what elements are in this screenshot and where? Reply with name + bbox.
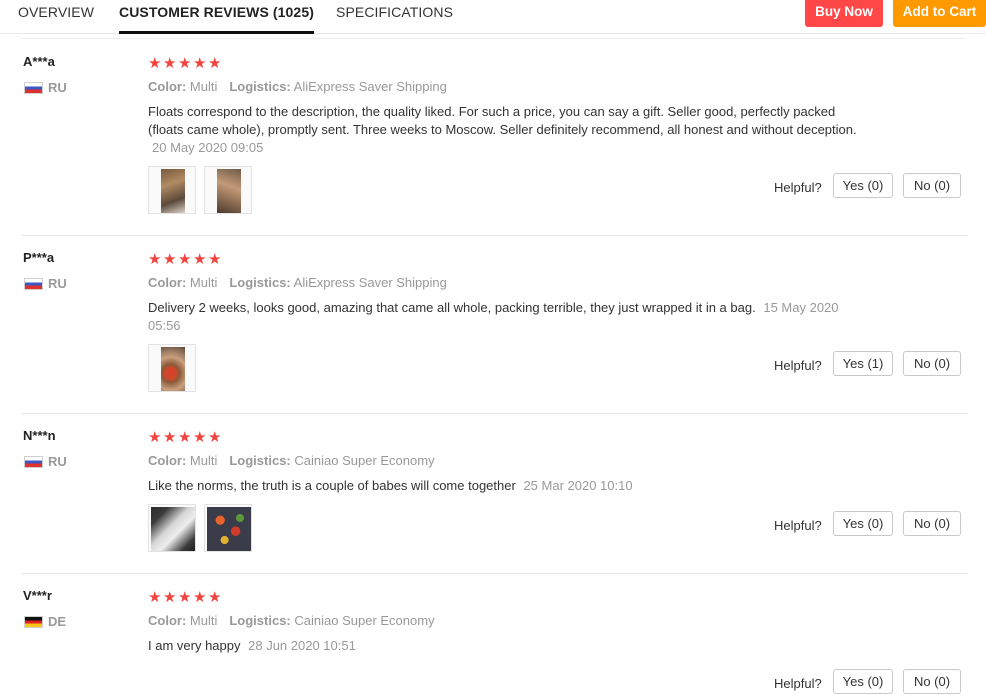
reviewer-country: RU [48,276,67,291]
helpful-no-button[interactable]: No (0) [903,669,961,694]
color-label: Color: [148,79,187,94]
tab-customer-reviews[interactable]: CUSTOMER REVIEWS (1025) [119,0,314,34]
logistics-label: Logistics: [229,453,291,468]
star-rating: ★ ★ ★ ★ ★ [148,428,222,446]
review-attributes: Color: Multi Logistics: AliExpress Saver … [148,275,447,290]
helpful-yes-button[interactable]: Yes (1) [833,351,893,376]
reviewer-country: DE [48,614,67,629]
logistics-value: AliExpress Saver Shipping [293,275,447,290]
review-date: 20 May 2020 09:05 [152,140,264,155]
color-value: Multi [189,275,218,290]
review-text: Delivery 2 weeks, looks good, amazing th… [148,299,873,335]
review-body: I am very happy [148,638,241,653]
star-icon: ★ [193,428,207,446]
helpful-label: Helpful? [774,676,822,691]
reviewer-name: P***a [23,250,55,265]
reviewer-country: RU [48,80,67,95]
star-icon: ★ [178,250,192,268]
review-body: Like the norms, the truth is a couple of… [148,478,516,493]
star-icon: ★ [208,428,222,446]
star-rating: ★ ★ ★ ★ ★ [148,588,222,606]
star-icon: ★ [163,54,177,72]
review-body: Delivery 2 weeks, looks good, amazing th… [148,300,756,315]
logistics-value: Cainiao Super Economy [294,613,435,628]
add-to-cart-button[interactable]: Add to Cart [893,0,986,27]
review-attributes: Color: Multi Logistics: Cainiao Super Eco… [148,613,435,628]
germany-flag-icon [24,616,43,628]
star-rating: ★ ★ ★ ★ ★ [148,250,222,268]
review-date: 28 Jun 2020 10:51 [248,638,356,653]
review-divider [22,235,967,236]
star-icon: ★ [163,428,177,446]
review-tabs-bar: OVERVIEW CUSTOMER REVIEWS (1025) SPECIFI… [0,0,986,34]
logistics-value: Cainiao Super Economy [294,453,435,468]
star-icon: ★ [148,54,162,72]
star-icon: ★ [208,588,222,606]
helpful-yes-button[interactable]: Yes (0) [833,173,893,198]
reviewer-name: A***a [23,54,55,69]
logistics-label: Logistics: [229,275,291,290]
reviewer-name: N***n [23,428,56,443]
star-icon: ★ [178,588,192,606]
russia-flag-icon [24,278,43,290]
russia-flag-icon [24,82,43,94]
helpful-no-button[interactable]: No (0) [903,351,961,376]
logistics-label: Logistics: [229,79,291,94]
review-text: Floats correspond to the description, th… [148,103,873,157]
color-label: Color: [148,613,187,628]
tab-overview[interactable]: OVERVIEW [18,0,94,31]
reviewer-country: RU [48,454,67,469]
divider [22,38,966,39]
review-attributes: Color: Multi Logistics: Cainiao Super Eco… [148,453,435,468]
color-label: Color: [148,453,187,468]
photo-image [207,507,251,551]
helpful-no-button[interactable]: No (0) [903,511,961,536]
star-icon: ★ [163,250,177,268]
star-icon: ★ [178,428,192,446]
helpful-yes-button[interactable]: Yes (0) [833,511,893,536]
helpful-no-button[interactable]: No (0) [903,173,961,198]
photo-image [161,169,185,213]
reviewer-name: V***r [23,588,52,603]
star-icon: ★ [208,250,222,268]
star-icon: ★ [148,250,162,268]
star-icon: ★ [193,54,207,72]
review-photo-thumbnail[interactable] [204,504,252,552]
color-label: Color: [148,275,187,290]
helpful-yes-button[interactable]: Yes (0) [833,669,893,694]
logistics-value: AliExpress Saver Shipping [293,79,447,94]
star-icon: ★ [148,588,162,606]
star-rating: ★ ★ ★ ★ ★ [148,54,222,72]
helpful-label: Helpful? [774,180,822,195]
helpful-label: Helpful? [774,518,822,533]
logistics-label: Logistics: [229,613,291,628]
color-value: Multi [189,79,218,94]
review-date: 25 Mar 2020 10:10 [523,478,633,493]
star-icon: ★ [208,54,222,72]
star-icon: ★ [193,250,207,268]
photo-image [161,347,185,391]
review-attributes: Color: Multi Logistics: AliExpress Saver … [148,79,447,94]
star-icon: ★ [193,588,207,606]
photo-image [151,507,195,551]
review-photo-thumbnail[interactable] [148,166,196,214]
review-photo-thumbnail[interactable] [148,504,196,552]
review-text: Like the norms, the truth is a couple of… [148,477,873,495]
review-body: Floats correspond to the description, th… [148,104,857,137]
review-text: I am very happy 28 Jun 2020 10:51 [148,637,873,655]
tab-specifications[interactable]: SPECIFICATIONS [336,0,453,31]
star-icon: ★ [148,428,162,446]
color-value: Multi [189,613,218,628]
star-icon: ★ [178,54,192,72]
photo-image [217,169,241,213]
buy-now-button[interactable]: Buy Now [805,0,883,27]
review-divider [22,573,967,574]
review-photo-thumbnail[interactable] [204,166,252,214]
color-value: Multi [189,453,218,468]
star-icon: ★ [163,588,177,606]
russia-flag-icon [24,456,43,468]
review-photo-thumbnail[interactable] [148,344,196,392]
helpful-label: Helpful? [774,358,822,373]
review-divider [22,413,967,414]
